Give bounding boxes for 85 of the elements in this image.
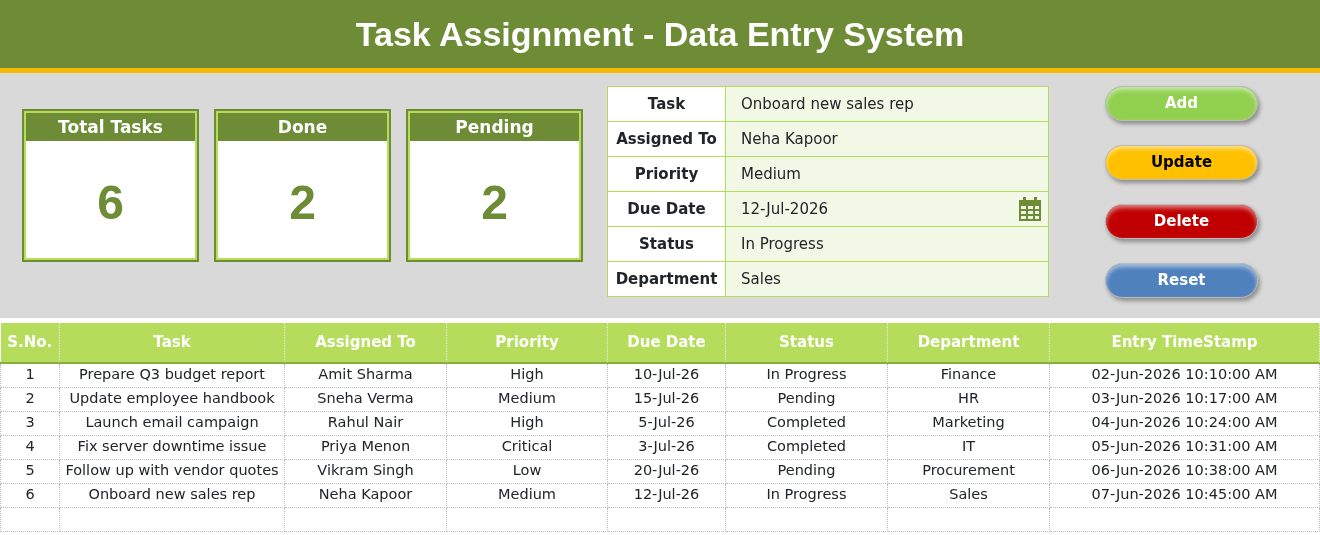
table-cell: 1: [0, 363, 60, 387]
table-cell: Vikram Singh: [284, 459, 447, 483]
table-cell: Prepare Q3 budget report: [59, 363, 285, 387]
stat-value: 2: [289, 176, 316, 229]
field-label: Due Date: [607, 191, 726, 227]
stat-label: Total Tasks: [26, 113, 195, 141]
page-title: Task Assignment - Data Entry System: [355, 13, 965, 55]
table-cell: Pending: [725, 459, 888, 483]
table-cell: Fix server downtime issue: [59, 435, 285, 459]
field-value: Sales: [741, 268, 781, 290]
table-cell: 07-Jun-2026 10:45:00 AM: [1049, 483, 1320, 507]
table-cell: Procurement: [887, 459, 1050, 483]
input-field[interactable]: 12-Jul-2026: [725, 191, 1049, 227]
table-cell: 5-Jul-26: [607, 411, 726, 435]
table-cell: Low: [446, 459, 608, 483]
stat-value: 2: [481, 176, 508, 229]
table-cell: 12-Jul-26: [607, 483, 726, 507]
table-cell: Priya Menon: [284, 435, 447, 459]
table-cell: Sales: [887, 483, 1050, 507]
table-cell: 05-Jun-2026 10:31:00 AM: [1049, 435, 1320, 459]
table-cell: In Progress: [725, 363, 888, 387]
table-cell: Sneha Verma: [284, 387, 447, 411]
table-cell: 10-Jul-26: [607, 363, 726, 387]
table-cell: High: [446, 411, 608, 435]
input-field[interactable]: Sales: [725, 261, 1049, 297]
field-value: In Progress: [741, 233, 824, 255]
stat-label: Pending: [410, 113, 579, 141]
table-cell: Neha Kapoor: [284, 483, 447, 507]
table-cell: Amit Sharma: [284, 363, 447, 387]
table-cell: Completed: [725, 411, 888, 435]
table-cell: Onboard new sales rep: [59, 483, 285, 507]
table-cell: 15-Jul-26: [607, 387, 726, 411]
column-header: Due Date: [607, 323, 726, 363]
table-cell: 3: [0, 411, 60, 435]
table-cell: Update employee handbook: [59, 387, 285, 411]
stat-value: 6: [97, 176, 124, 229]
calendar-icon[interactable]: [1018, 196, 1042, 222]
table-cell: Launch email campaign: [59, 411, 285, 435]
input-field[interactable]: In Progress: [725, 226, 1049, 262]
table-cell: HR: [887, 387, 1050, 411]
table-cell: 06-Jun-2026 10:38:00 AM: [1049, 459, 1320, 483]
field-label: Status: [607, 226, 726, 262]
table-cell: 2: [0, 387, 60, 411]
table-cell: Rahul Nair: [284, 411, 447, 435]
field-label: Task: [607, 86, 726, 122]
field-value: 12-Jul-2026: [741, 198, 829, 220]
stat-label: Done: [218, 113, 387, 141]
column-header: S.No.: [0, 323, 60, 363]
field-value: Medium: [741, 163, 801, 185]
column-header: Task: [59, 323, 285, 363]
table-cell: Medium: [446, 387, 608, 411]
field-value: Onboard new sales rep: [741, 93, 914, 115]
field-value: Neha Kapoor: [741, 128, 838, 150]
table-cell: Critical: [446, 435, 608, 459]
input-field[interactable]: Medium: [725, 156, 1049, 192]
field-label: Priority: [607, 156, 726, 192]
action-button[interactable]: Update: [1105, 145, 1258, 180]
table-cell: 04-Jun-2026 10:24:00 AM: [1049, 411, 1320, 435]
table-cell: In Progress: [725, 483, 888, 507]
table-cell: Medium: [446, 483, 608, 507]
table-cell: 20-Jul-26: [607, 459, 726, 483]
table-cell: 03-Jun-2026 10:17:00 AM: [1049, 387, 1320, 411]
input-field[interactable]: Neha Kapoor: [725, 121, 1049, 157]
field-label: Assigned To: [607, 121, 726, 157]
table-cell: Follow up with vendor quotes: [59, 459, 285, 483]
table-cell: 3-Jul-26: [607, 435, 726, 459]
table-cell: Marketing: [887, 411, 1050, 435]
table-cell: IT: [887, 435, 1050, 459]
table-cell: Finance: [887, 363, 1050, 387]
table-cell: Pending: [725, 387, 888, 411]
table-cell: Completed: [725, 435, 888, 459]
table-cell: 4: [0, 435, 60, 459]
input-field[interactable]: Onboard new sales rep: [725, 86, 1049, 122]
table-cell: 5: [0, 459, 60, 483]
field-label: Department: [607, 261, 726, 297]
table-cell: 02-Jun-2026 10:10:00 AM: [1049, 363, 1320, 387]
action-button[interactable]: Reset: [1105, 263, 1258, 298]
column-header: Department: [887, 323, 1050, 363]
table-cell: 6: [0, 483, 60, 507]
table-cell: High: [446, 363, 608, 387]
action-button[interactable]: Delete: [1105, 204, 1258, 239]
column-header: Status: [725, 323, 888, 363]
column-header: Entry TimeStamp: [1049, 323, 1320, 363]
column-header: Assigned To: [284, 323, 447, 363]
column-header: Priority: [446, 323, 608, 363]
